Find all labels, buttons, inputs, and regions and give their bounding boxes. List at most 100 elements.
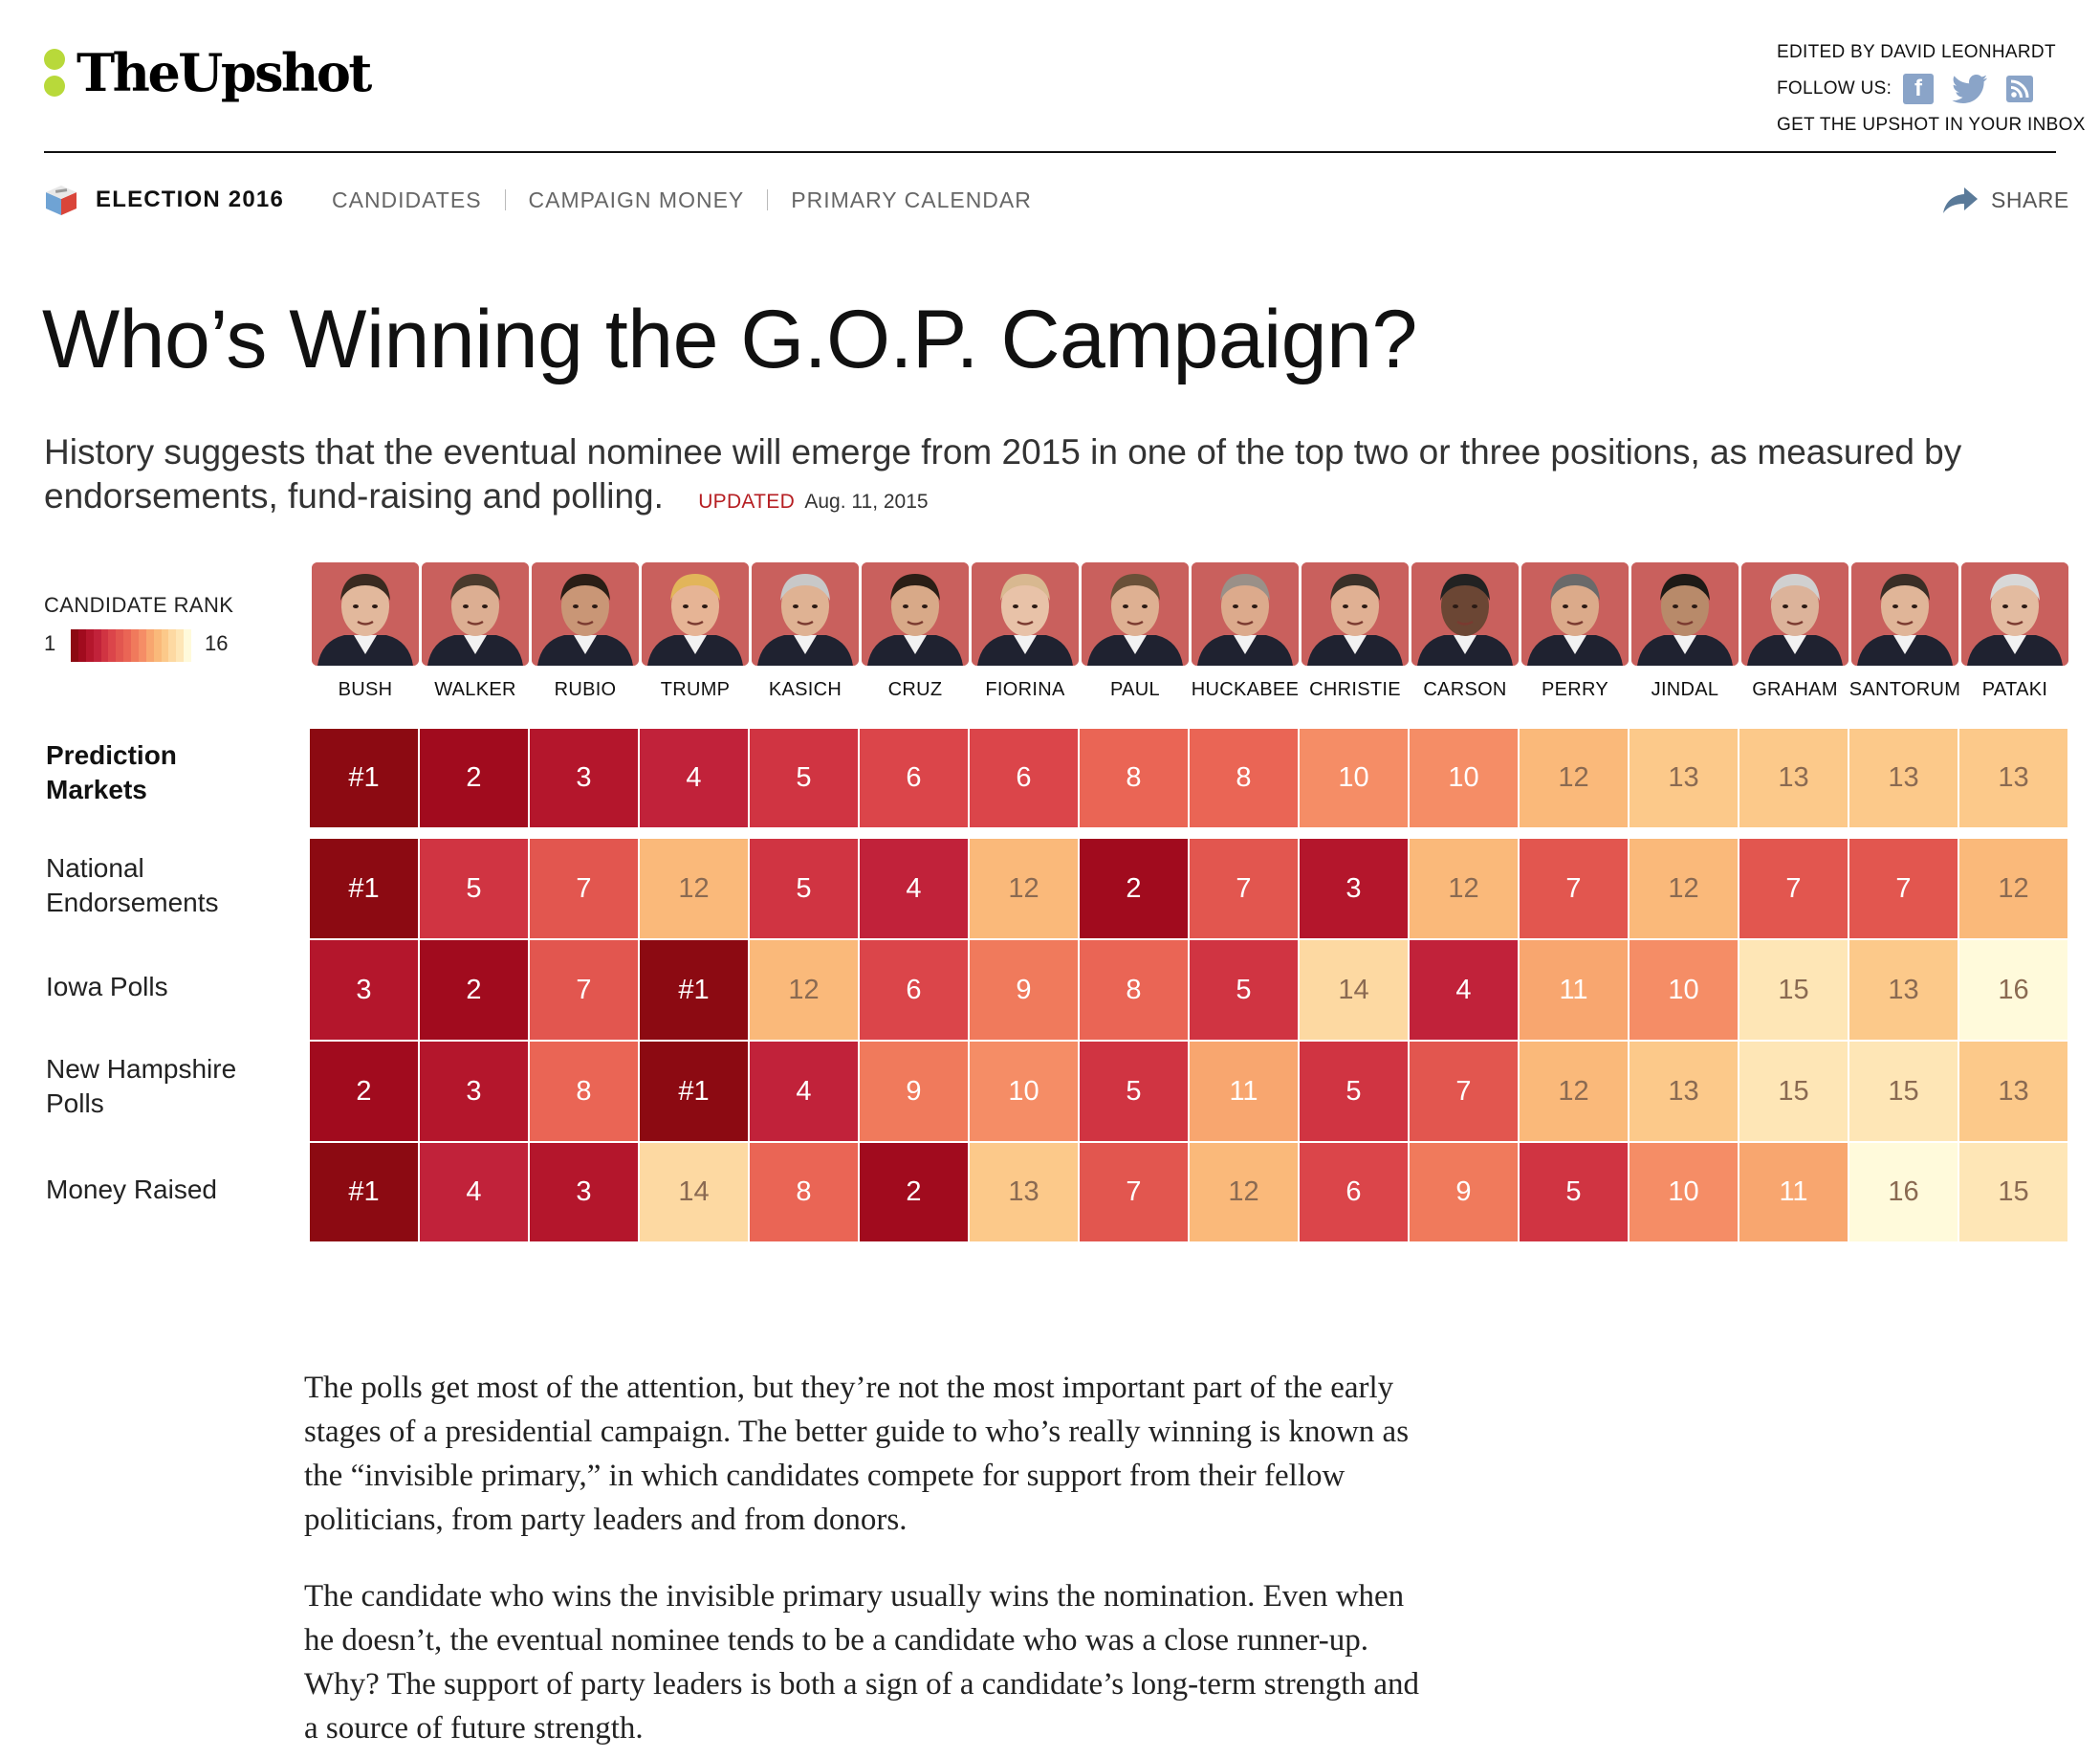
heatmap-cell: 5 [1190,940,1300,1042]
candidate-photo [1082,562,1189,666]
twitter-icon[interactable] [1951,74,1989,104]
heatmap-cell: 6 [1300,1143,1410,1243]
candidate-photo [752,562,859,666]
heatmap-cell: 4 [860,839,970,940]
heatmap-cell: 7 [1080,1143,1190,1243]
facebook-icon[interactable]: f [1903,74,1935,104]
section-title[interactable]: ELECTION 2016 [96,187,284,213]
heatmap-cell: 2 [310,1042,420,1143]
heatmap-cell: 8 [750,1143,860,1243]
heatmap-cell: 15 [1739,1042,1849,1143]
heatmap-cell: 9 [970,940,1080,1042]
heatmap-cell: #1 [310,729,420,829]
legend-swatch [145,629,154,662]
heatmap-cell: 4 [420,1143,530,1243]
heatmap-cell: 13 [1630,1042,1739,1143]
heatmap-cell: 2 [860,1143,970,1243]
candidate-header-trump: TRUMP [642,562,749,700]
share-button[interactable]: SHARE [1941,180,2069,220]
heatmap-cell: 3 [310,940,420,1042]
heatmap-cell: 10 [1300,729,1410,829]
nav-divider [504,189,506,210]
article-summary: History suggests that the eventual nomin… [44,430,2062,524]
nav-candidates[interactable]: CANDIDATES [332,187,482,213]
inbox-link[interactable]: GET THE UPSHOT IN YOUR INBOX [1777,107,2086,143]
heatmap-cell: 5 [750,729,860,829]
row-label: Iowa Polls [46,972,168,1001]
heatmap-cell: 13 [1630,729,1739,829]
candidate-photo [1521,562,1629,666]
heatmap-cell: 10 [1410,729,1520,829]
heatmap-cell: #1 [640,1042,750,1143]
candidate-header-bush: BUSH [312,562,419,700]
candidate-header-rubio: RUBIO [532,562,639,700]
heatmap-cell: 6 [970,729,1080,829]
section-nav: ELECTION 2016 CANDIDATES CAMPAIGN MONEY … [44,180,1032,220]
updated-label: UPDATED [698,491,796,513]
candidate-header-huckabee: HUCKABEE [1192,562,1299,700]
candidate-photo [642,562,749,666]
legend-swatch [131,629,139,662]
share-label: SHARE [1991,187,2069,212]
candidate-header-fiorina: FIORINA [972,562,1079,700]
rss-icon[interactable] [2006,76,2034,102]
heatmap-cell: 9 [860,1042,970,1143]
legend-swatch [176,629,185,662]
candidate-name: PATAKI [1981,679,2048,700]
candidate-photo [862,562,969,666]
row-label: Money Raised [46,1175,217,1204]
legend-swatch [161,629,169,662]
heatmap-cell: 3 [1300,839,1410,940]
heatmap-cell: 9 [1410,1143,1520,1243]
candidate-header-carson: CARSON [1411,562,1519,700]
candidate-header-jindal: JINDAL [1631,562,1739,700]
legend-swatch [85,629,94,662]
legend-max: 16 [205,631,229,655]
heatmap-cell: 12 [750,940,860,1042]
heatmap-cell: 12 [1630,839,1739,940]
legend-swatch [93,629,101,662]
body-paragraph-2: The candidate who wins the invisible pri… [304,1579,1419,1746]
candidate-photo [1631,562,1739,666]
heatmap-cell: 11 [1520,940,1630,1042]
row-label: Prediction Markets [46,740,177,804]
row-label: National Endorsements [46,853,219,917]
nav-primary-calendar[interactable]: PRIMARY CALENDAR [791,187,1032,213]
heatmap-cell: 3 [420,1042,530,1143]
candidate-header-paul: PAUL [1082,562,1189,700]
heatmap-cell: 8 [1080,940,1190,1042]
candidate-photo [972,562,1079,666]
legend-swatch [168,629,177,662]
logo-dots-icon [44,47,67,99]
nav-campaign-money[interactable]: CAMPAIGN MONEY [529,187,745,213]
heatmap-cell: 11 [1739,1143,1849,1243]
heatmap-cell: #1 [640,940,750,1042]
heatmap-cell: 12 [1520,1042,1630,1143]
upshot-logo[interactable]: TheUpshot [44,44,372,101]
legend-min: 1 [44,631,56,655]
heatmap-cell: 16 [1959,940,2067,1042]
heatmap-cell: 13 [1849,940,1959,1042]
heatmap-cell: 2 [420,940,530,1042]
heatmap-cell: 12 [1410,839,1520,940]
heatmap-cell: 5 [1080,1042,1190,1143]
candidate-photo [1302,562,1409,666]
candidate-photo [1411,562,1519,666]
legend-swatch [77,629,86,662]
edited-by: EDITED BY DAVID LEONHARDT [1777,42,2056,62]
legend-swatch [100,629,109,662]
heatmap-cell: 15 [1739,940,1849,1042]
heatmap-cell: 13 [1959,1042,2067,1143]
heatmap-cell: 8 [1080,729,1190,829]
heatmap-cell: 16 [1849,1143,1959,1243]
candidate-header-christie: CHRISTIE [1302,562,1409,700]
heatmap-cell: 11 [1190,1042,1300,1143]
heatmap-cell: 5 [420,839,530,940]
heatmap-cell: 6 [860,940,970,1042]
heatmap-cell: 8 [1190,729,1300,829]
legend-swatch [116,629,124,662]
heatmap-cell: 12 [970,839,1080,940]
heatmap-cell: 5 [1520,1143,1630,1243]
candidate-header-kasich: KASICH [752,562,859,700]
heatmap-cell: 7 [530,940,640,1042]
